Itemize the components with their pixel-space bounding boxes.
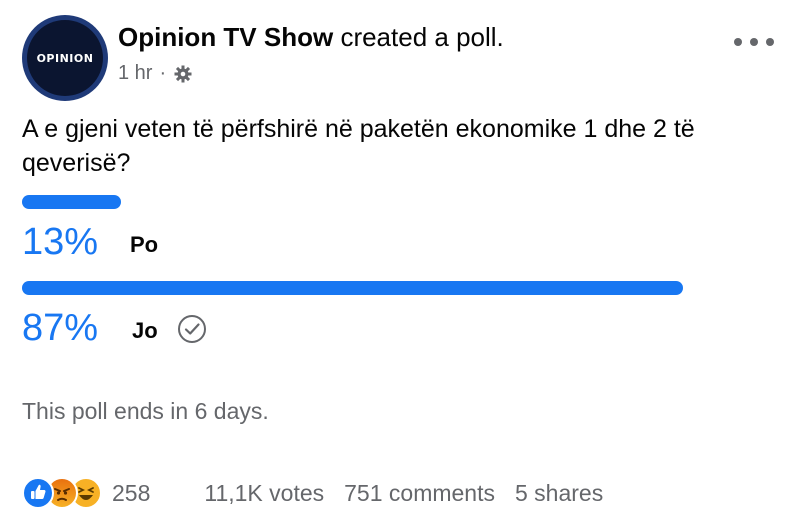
page-name-link[interactable]: Opinion TV Show [118, 22, 333, 52]
avatar[interactable]: OPINION [22, 15, 108, 101]
more-dot [750, 38, 758, 46]
post-time-link[interactable]: 1 hr [118, 62, 152, 85]
post-meta: 1 hr · [118, 62, 193, 85]
post-action-text: created a poll. [340, 22, 504, 52]
poll-end-notice: This poll ends in 6 days. [22, 398, 269, 424]
comments-count[interactable]: 751 comments [344, 480, 495, 507]
poll-option-label-jo[interactable]: Jo [132, 318, 158, 344]
shares-count[interactable]: 5 shares [515, 480, 603, 507]
poll-option-label-po[interactable]: Po [130, 232, 158, 258]
reactions-summary[interactable] [22, 477, 102, 509]
check-circle-icon [178, 315, 206, 343]
poll-question: A e gjeni veten të përfshirë në paketën … [22, 115, 695, 177]
more-options-icon[interactable] [734, 30, 774, 54]
post-footer: 258 11,1K votes 751 comments 5 shares [22, 473, 782, 513]
avatar-logo-circle: OPINION [27, 20, 103, 96]
poll-option-bar-jo[interactable] [22, 281, 683, 295]
poll-option-percent-po: 13% [22, 221, 99, 263]
reaction-count[interactable]: 258 [112, 480, 150, 507]
meta-separator: · [159, 62, 167, 84]
like-icon [22, 477, 54, 509]
gear-icon[interactable] [173, 64, 193, 84]
post-header: OPINION Opinion TV Show created a poll. … [0, 0, 800, 101]
poll-option-bar-po[interactable] [22, 195, 121, 209]
more-dot [766, 38, 774, 46]
logo-text: OPINION [36, 51, 94, 65]
post-title-line: Opinion TV Show created a poll. [118, 22, 504, 53]
more-dot [734, 38, 742, 46]
poll-option-percent-jo: 87% [22, 307, 99, 349]
votes-count[interactable]: 11,1K votes [204, 480, 324, 507]
